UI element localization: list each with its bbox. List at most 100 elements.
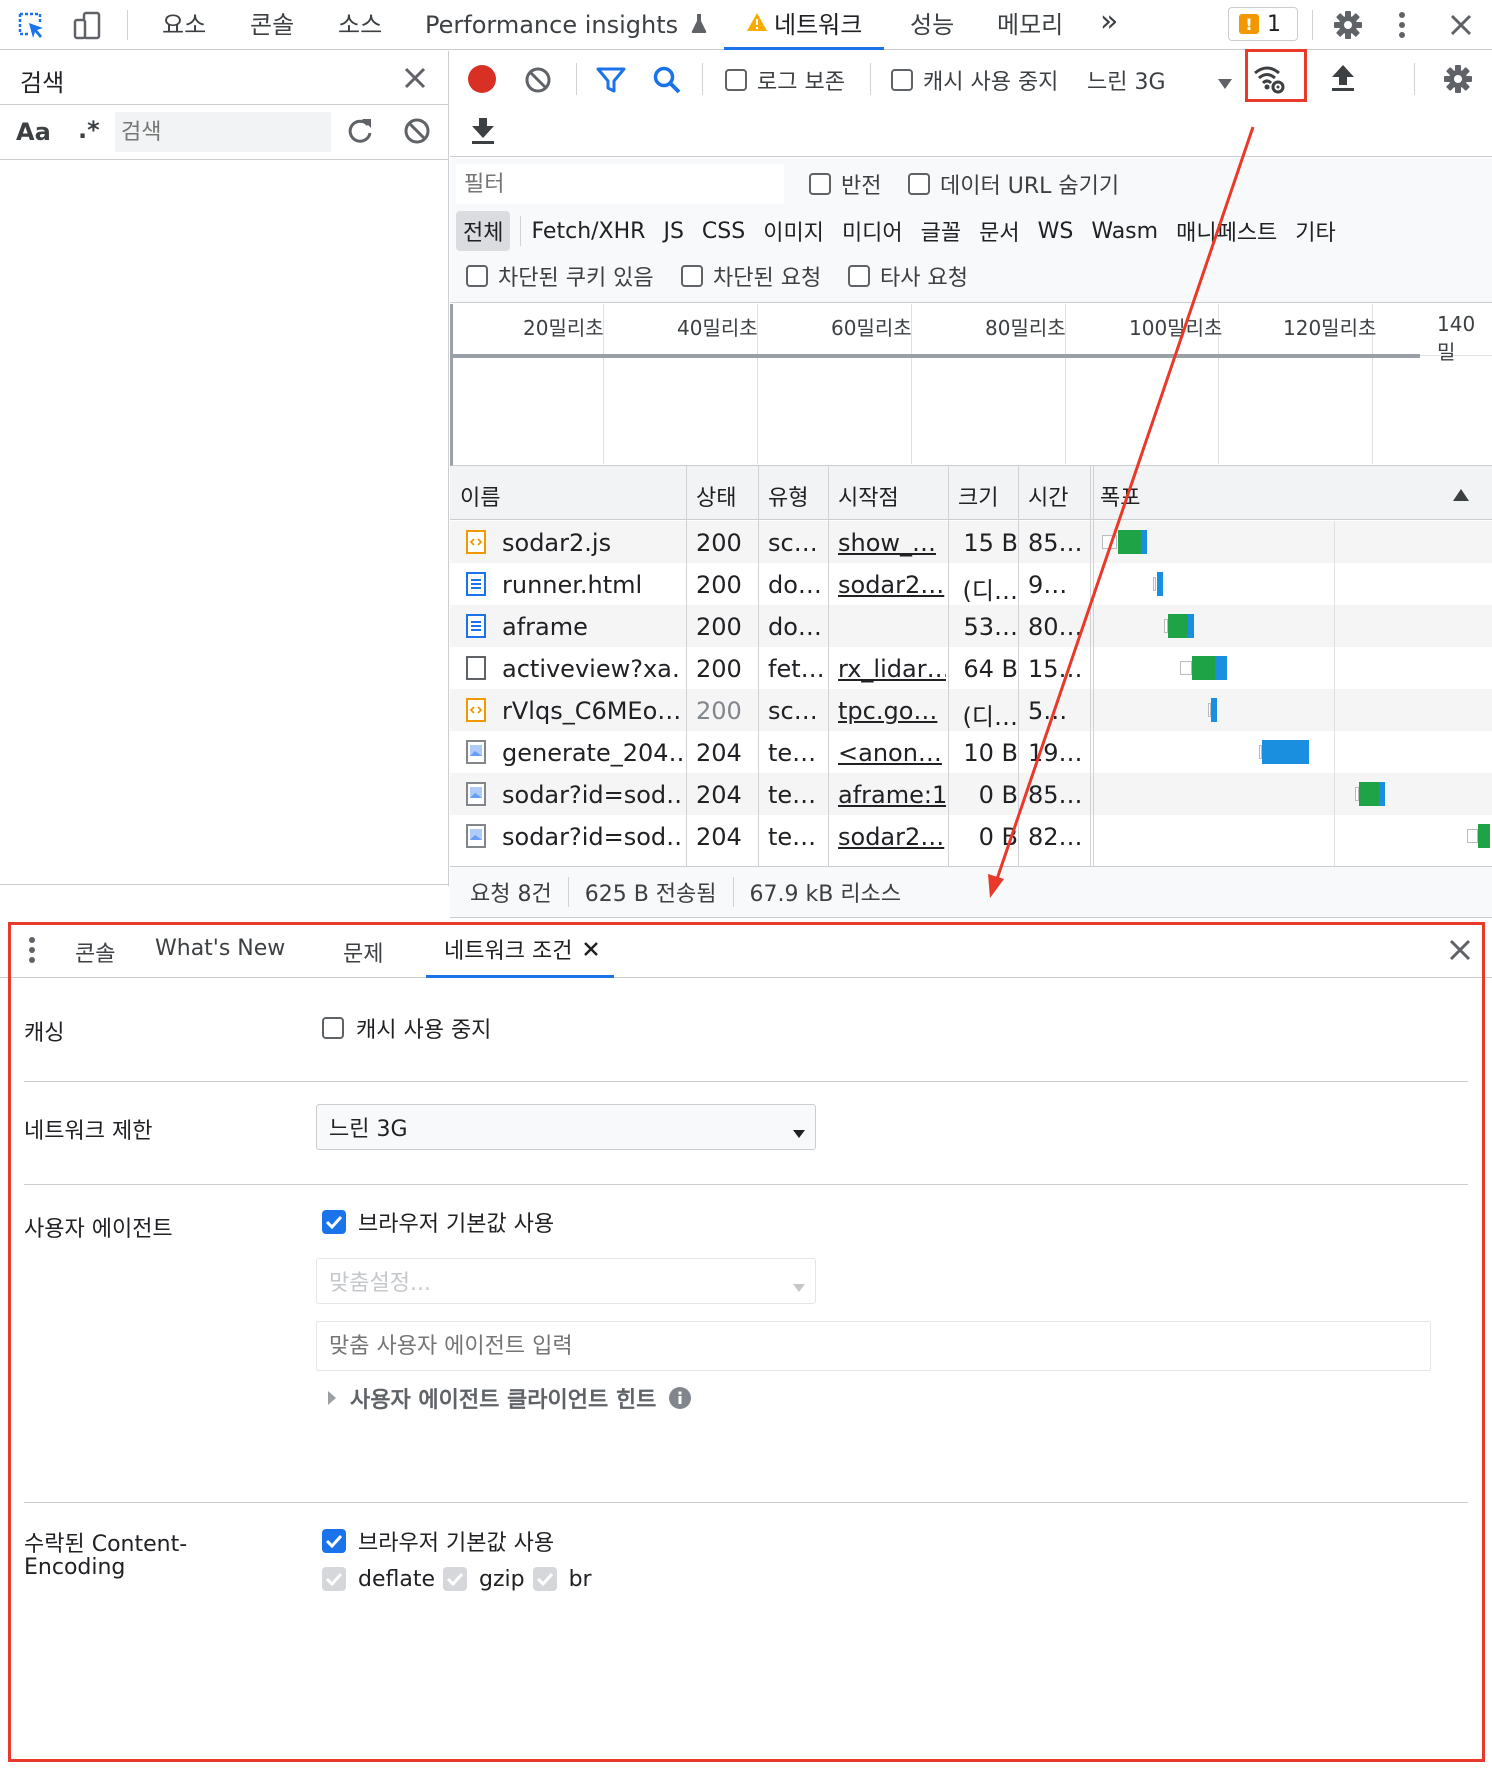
col-header-time[interactable]: 시간 [1028,480,1068,512]
name-cell[interactable]: sodar2.js [502,529,682,557]
checkbox-checked[interactable] [322,1210,346,1234]
col-header-status[interactable]: 상태 [696,480,736,512]
encoding-browser-default-option[interactable]: 브라우저 기본값 사용 [322,1524,554,1558]
hide-data-urls-checkbox[interactable]: 데이터 URL 숨기기 [908,164,1119,204]
filter-type-js[interactable]: JS [663,219,683,244]
name-cell[interactable]: generate_204… [502,739,682,767]
checkbox[interactable] [466,265,488,287]
ua-browser-default-option[interactable]: 브라우저 기본값 사용 [322,1205,554,1239]
disable-cache-checkbox[interactable]: 캐시 사용 중지 [891,60,1058,100]
filter-type-css[interactable]: CSS [702,219,745,244]
table-row[interactable]: generate_204… 204 te… <anon… 10 B 19… [450,731,1492,773]
checkbox[interactable] [681,265,703,287]
table-row[interactable]: rVlqs_C6MEo… 200 sc… tpc.go… (디… 5… [450,689,1492,731]
filter-icon[interactable] [595,65,627,95]
tab-performance-insights[interactable]: Performance insights [425,0,708,50]
checkbox[interactable] [725,69,747,91]
network-settings-gear-icon[interactable] [1442,63,1474,95]
third-party-checkbox[interactable]: 타사 요청 [848,256,968,296]
initiator-cell[interactable]: sodar2… [838,823,946,851]
name-cell[interactable]: sodar?id=sod… [502,823,682,851]
col-header-type[interactable]: 유형 [768,480,808,512]
sort-ascending-icon[interactable] [1453,486,1469,505]
more-tabs-button[interactable]: » [1100,0,1118,47]
refresh-icon[interactable] [345,116,375,146]
col-header-waterfall[interactable]: 폭포 [1100,480,1140,512]
tab-network[interactable]: 네트워크 [724,0,884,50]
table-row[interactable]: sodar?id=sod… 204 te… aframe:1 0 B 85… [450,773,1492,815]
throttling-select[interactable]: 느린 3G [1087,60,1232,100]
checkbox[interactable] [809,173,831,195]
invert-checkbox[interactable]: 반전 [809,164,881,204]
initiator-cell[interactable]: sodar2… [838,571,946,599]
close-search-icon[interactable] [402,65,428,91]
table-row[interactable]: sodar?id=sod… 204 te… sodar2… 0 B 82… [450,815,1492,857]
tab-console[interactable]: 콘솔 [250,0,294,50]
col-header-initiator[interactable]: 시작점 [838,480,899,512]
initiator-cell[interactable]: show_… [838,529,946,557]
name-cell[interactable]: runner.html [502,571,682,599]
tab-memory[interactable]: 메모리 [997,0,1063,50]
ua-client-hints-toggle[interactable]: 사용자 에이전트 클라이언트 힌트 [328,1381,692,1415]
info-icon[interactable] [668,1386,692,1410]
col-header-name[interactable]: 이름 [460,480,500,512]
filter-input[interactable] [456,164,784,204]
table-row[interactable]: sodar2.js 200 sc… show_… 15 B 85… [450,521,1492,563]
filter-type-image[interactable]: 이미지 [763,215,824,247]
filter-type-manifest[interactable]: 매니페스트 [1176,215,1277,247]
network-throttling-select[interactable]: 느린 3G [316,1104,816,1150]
tab-elements[interactable]: 요소 [162,0,206,50]
filter-type-wasm[interactable]: Wasm [1091,219,1158,244]
tab-sources[interactable]: 소스 [338,0,382,50]
disable-cache-option[interactable]: 캐시 사용 중지 [322,1011,491,1045]
filter-type-media[interactable]: 미디어 [842,215,903,247]
import-har-icon[interactable] [1328,61,1358,95]
checkbox[interactable] [908,173,930,195]
initiator-cell[interactable]: rx_lidar… [838,655,946,683]
tab-performance[interactable]: 성능 [910,0,954,50]
name-cell[interactable]: aframe [502,613,682,641]
record-button[interactable] [468,65,496,93]
filter-type-other[interactable]: 기타 [1295,215,1335,247]
initiator-cell[interactable]: tpc.go… [838,697,946,725]
filter-type-doc[interactable]: 문서 [979,215,1019,247]
search-icon[interactable] [651,65,683,95]
name-cell[interactable]: sodar?id=sod… [502,781,682,809]
close-drawer-icon[interactable] [1446,936,1474,964]
col-header-size[interactable]: 크기 [958,480,998,512]
search-input[interactable] [115,112,331,152]
initiator-cell[interactable]: <anon… [838,739,946,767]
initiator-cell[interactable]: aframe:1 [838,781,946,809]
inspect-element-icon[interactable] [16,10,48,42]
filter-type-all[interactable]: 전체 [456,211,511,251]
export-har-icon[interactable] [468,114,498,148]
drawer-tab-console[interactable]: 콘솔 [75,936,115,968]
preserve-log-checkbox[interactable]: 로그 보존 [725,60,845,100]
table-row[interactable]: runner.html 200 do… sodar2… (디… 9… [450,563,1492,605]
blocked-cookies-checkbox[interactable]: 차단된 쿠키 있음 [466,256,654,296]
settings-gear-icon[interactable] [1332,9,1364,41]
more-options-icon[interactable] [1392,9,1412,41]
checkbox[interactable] [322,1017,344,1039]
clear-search-icon[interactable] [402,116,432,146]
checkbox[interactable] [848,265,870,287]
checkbox[interactable] [891,69,913,91]
issues-badge[interactable]: ! 1 [1228,7,1298,41]
filter-type-ws[interactable]: WS [1038,219,1074,244]
timeline-overview[interactable]: 20밀리초 40밀리초 60밀리초 80밀리초 100밀리초 120밀리초 14… [450,304,1492,466]
match-case-button[interactable]: Aa [16,118,51,146]
name-cell[interactable]: rVlqs_C6MEo… [502,697,682,725]
regex-button[interactable]: .* [78,116,100,144]
clear-log-icon[interactable] [523,65,553,95]
drawer-tab-issues[interactable]: 문제 [343,936,383,968]
name-cell[interactable]: activeview?xa… [502,655,682,683]
close-devtools-icon[interactable] [1446,10,1476,40]
close-tab-icon[interactable] [584,941,599,956]
checkbox-checked[interactable] [322,1529,346,1553]
blocked-requests-checkbox[interactable]: 차단된 요청 [681,256,821,296]
drawer-tab-network-conditions[interactable]: 네트워크 조건 [426,922,614,978]
drawer-menu-icon[interactable] [24,934,40,966]
table-row[interactable]: aframe 200 do… 53… 80… [450,605,1492,647]
table-row[interactable]: activeview?xa… 200 fet… rx_lidar… 64 B 15… [450,647,1492,689]
drawer-tab-whats-new[interactable]: What's New [155,936,285,961]
